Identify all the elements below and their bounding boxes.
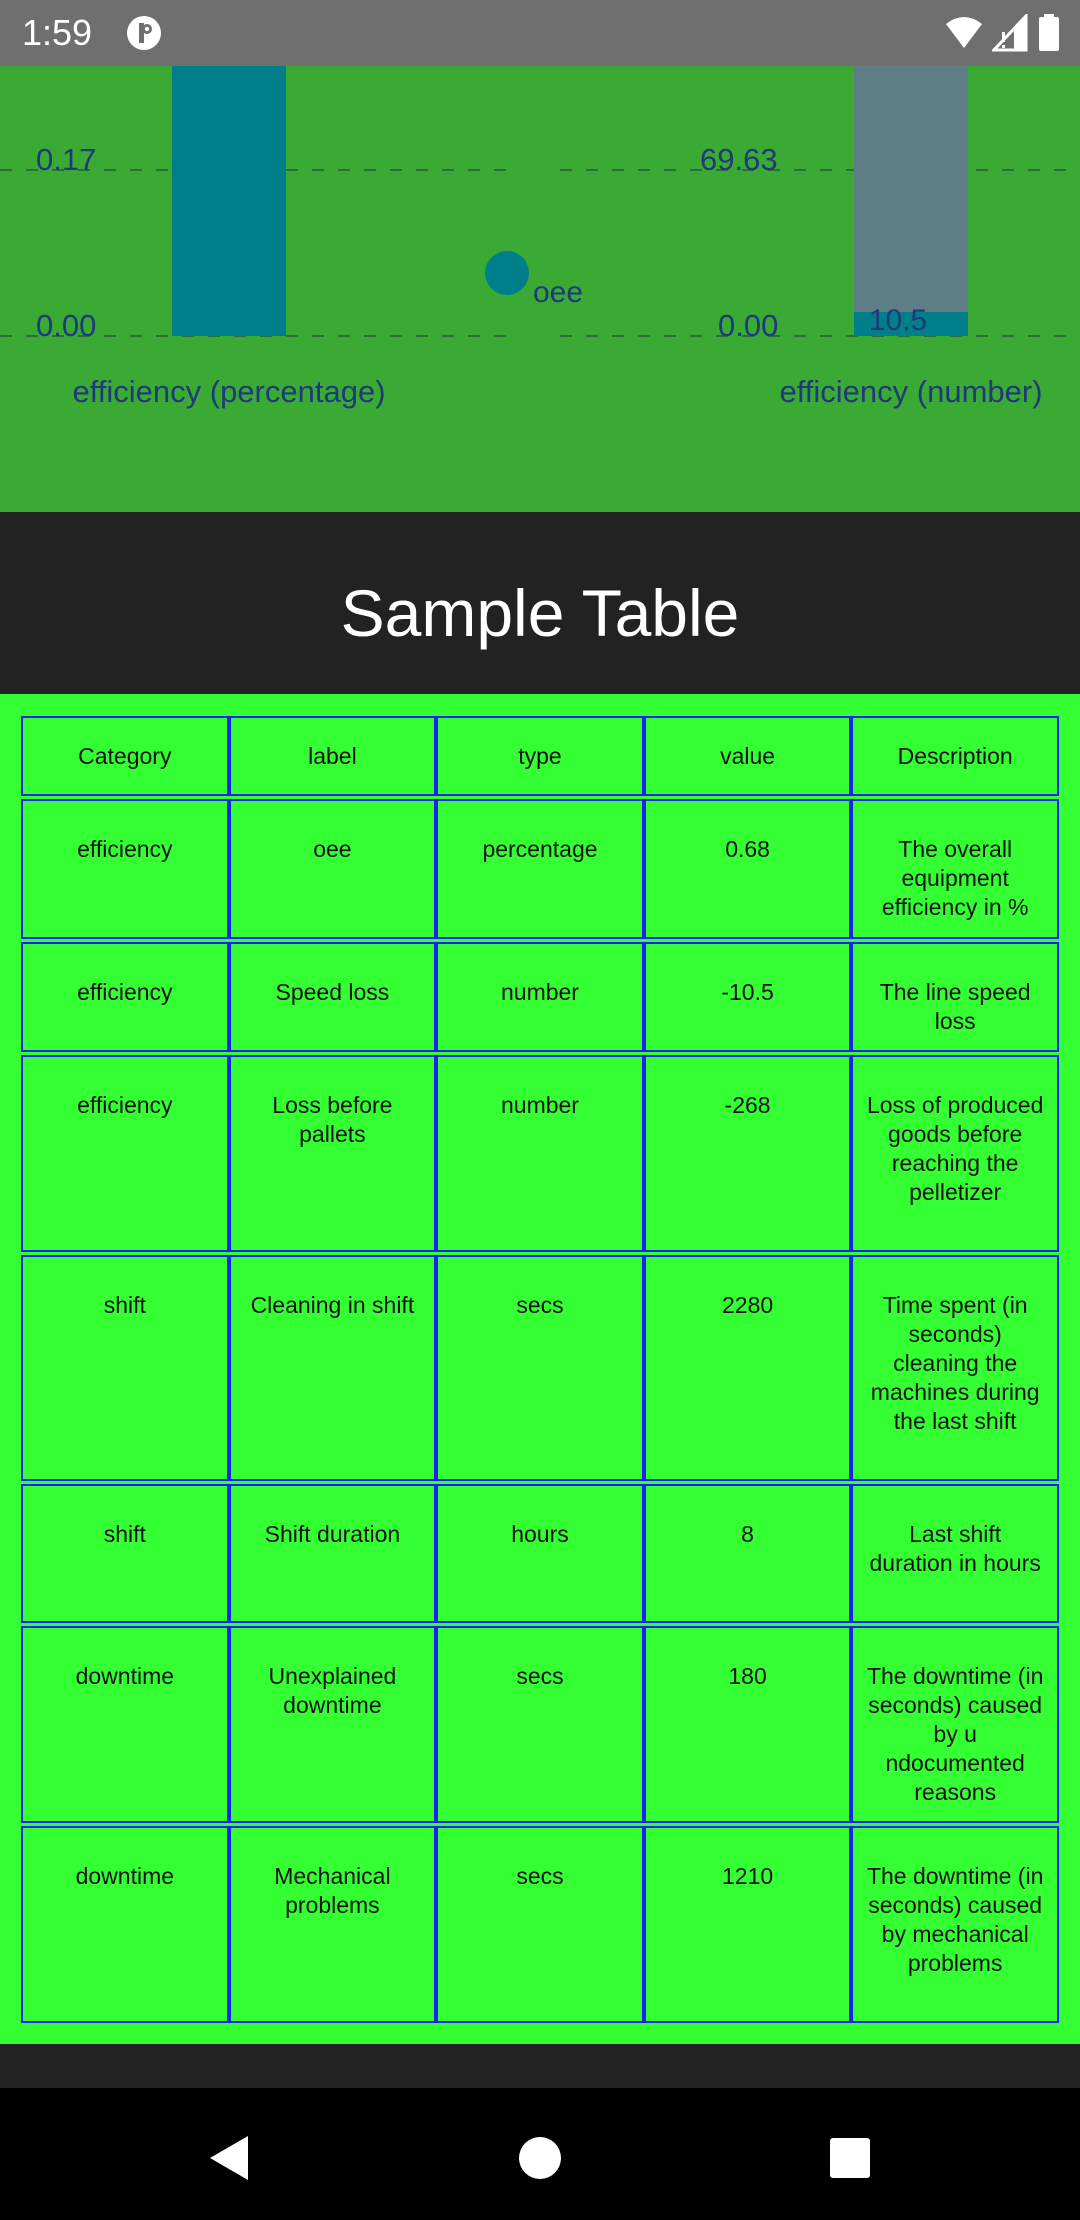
table-cell: -268 xyxy=(643,1055,852,1252)
table-cell: Cleaning in shift xyxy=(228,1255,437,1481)
table-cell: secs xyxy=(436,1826,644,2023)
table-cell: Last shift duration in hours xyxy=(851,1484,1059,1623)
table-row: efficiency Loss before pallets number -2… xyxy=(21,1055,1059,1252)
data-table: Category label type value Description ef… xyxy=(21,716,1059,2023)
legend-label-oee: oee xyxy=(533,276,583,309)
table-cell: 1210 xyxy=(643,1826,852,2023)
table-row: efficiency oee percentage 0.68 The overa… xyxy=(21,799,1059,939)
table-row: downtime Mechanical problems secs 1210 T… xyxy=(21,1826,1059,2023)
axis-label-right: efficiency (number) xyxy=(779,374,1042,409)
table-cell: The line speed loss xyxy=(851,942,1059,1052)
table-cell: Shift duration xyxy=(228,1484,437,1623)
recents-icon[interactable] xyxy=(820,2128,880,2188)
axis-label-left: efficiency (percentage) xyxy=(72,374,385,409)
table-cell: Mechanical problems xyxy=(228,1826,437,2023)
table-cell: efficiency xyxy=(21,942,229,1052)
back-icon[interactable] xyxy=(202,2128,262,2188)
header-cell: Category xyxy=(21,716,229,796)
header-cell: value xyxy=(643,716,852,796)
table-cell: percentage xyxy=(436,799,644,939)
table-cell: secs xyxy=(436,1626,644,1823)
table-row: downtime Unexplained downtime secs 180 T… xyxy=(21,1626,1059,1823)
tick-label-right-1: 69.63 xyxy=(700,142,778,177)
table-cell: efficiency xyxy=(21,1055,229,1252)
table-section: Category label type value Description ef… xyxy=(0,694,1080,2044)
bar-loss-before-pallets xyxy=(854,66,968,312)
cell-signal-icon xyxy=(992,14,1028,52)
table-cell: Unexplained downtime xyxy=(228,1626,437,1823)
table-cell: Loss before pallets xyxy=(228,1055,437,1252)
wifi-icon xyxy=(946,17,982,48)
table-row: efficiency Speed loss number -10.5 The l… xyxy=(21,942,1059,1052)
table-cell: The overall equipment efficiency in % xyxy=(851,799,1059,939)
app-notification-icon xyxy=(127,16,161,50)
table-header-row: Category label type value Description xyxy=(21,716,1059,796)
header-cell: label xyxy=(228,716,437,796)
table-cell: Time spent (in seconds) cleaning the mac… xyxy=(851,1255,1059,1481)
table-cell: efficiency xyxy=(21,799,229,939)
bar-oee xyxy=(172,66,286,336)
data-label-speed-loss: 10.5 xyxy=(869,304,927,337)
table-cell: 180 xyxy=(643,1626,852,1823)
tick-label-left-1: 0.17 xyxy=(36,142,96,177)
table-cell: 0.68 xyxy=(643,799,852,939)
page-title: Sample Table xyxy=(340,576,740,650)
table-cell: shift xyxy=(21,1255,229,1481)
table-cell: hours xyxy=(436,1484,644,1623)
navigation-bar xyxy=(0,2088,1080,2220)
table-cell: number xyxy=(436,942,644,1052)
table-cell: secs xyxy=(436,1255,644,1481)
table-cell: oee xyxy=(228,799,437,939)
table-row: shift Cleaning in shift secs 2280 Time s… xyxy=(21,1255,1059,1481)
table-cell: downtime xyxy=(21,1626,229,1823)
bottom-dark-strip xyxy=(0,2044,1080,2088)
table-row: shift Shift duration hours 8 Last shift … xyxy=(21,1484,1059,1623)
table-cell: number xyxy=(436,1055,644,1252)
table-cell: The downtime (in seconds) caused by mech… xyxy=(851,1826,1059,2023)
table-cell: Loss of produced goods before reaching t… xyxy=(851,1055,1059,1252)
title-section: Sample Table xyxy=(0,512,1080,694)
header-cell: Description xyxy=(851,716,1059,796)
table-cell: Speed loss xyxy=(228,942,437,1052)
header-cell: type xyxy=(436,716,644,796)
tick-label-right-0: 0.00 xyxy=(718,308,778,343)
battery-icon xyxy=(1039,14,1059,51)
table-cell: shift xyxy=(21,1484,229,1623)
table-cell: downtime xyxy=(21,1826,229,2023)
home-icon[interactable] xyxy=(510,2128,570,2188)
table-cell: -10.5 xyxy=(643,942,852,1052)
chart-area: 0.17 0.00 efficiency (percentage) oee 10… xyxy=(0,66,1080,512)
legend-marker-oee xyxy=(485,251,529,295)
tick-label-left-0: 0.00 xyxy=(36,308,96,343)
status-time: 1:59 xyxy=(22,12,93,53)
table-cell: 2280 xyxy=(643,1255,852,1481)
table-cell: 8 xyxy=(643,1484,852,1623)
status-bar: 1:59 xyxy=(0,0,1080,66)
chart-canvas: 0.17 0.00 efficiency (percentage) oee 10… xyxy=(0,66,1080,409)
table-cell: The downtime (in seconds) caused by u nd… xyxy=(851,1626,1059,1823)
